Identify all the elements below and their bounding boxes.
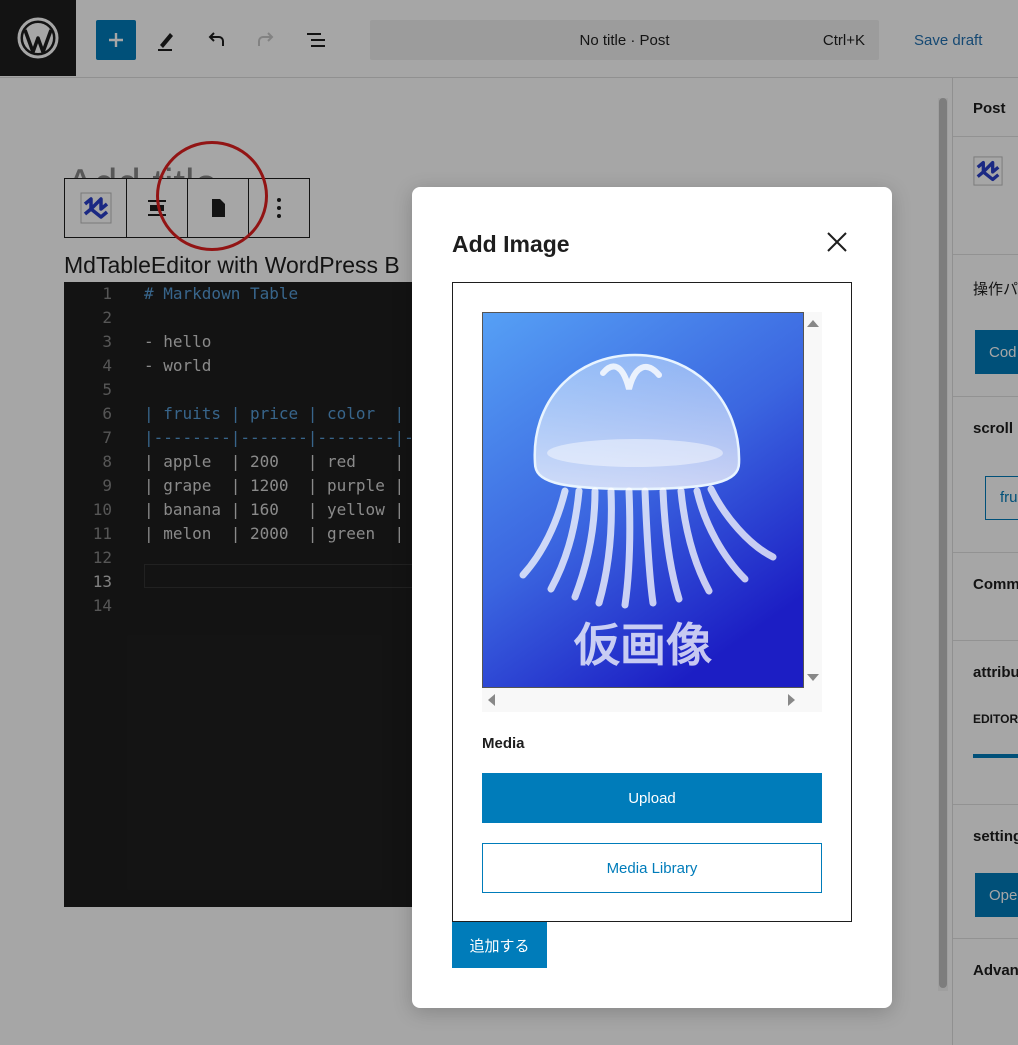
image-form: 仮画像 Media Upload Media Library (452, 282, 852, 922)
scroll-left-icon[interactable] (488, 694, 495, 706)
image-horizontal-scrollbar[interactable] (482, 688, 822, 712)
scroll-up-icon[interactable] (807, 320, 819, 327)
scroll-down-icon[interactable] (807, 674, 819, 681)
scroll-right-icon[interactable] (788, 694, 795, 706)
upload-button[interactable]: Upload (482, 773, 822, 823)
image-preview: 仮画像 (482, 312, 804, 688)
close-icon[interactable] (820, 225, 854, 259)
modal-title: Add Image (452, 231, 570, 257)
add-image-modal: Add Image 仮画像 Media Upload Media Library… (412, 187, 892, 1008)
image-caption: 仮画像 (573, 618, 712, 672)
media-library-button[interactable]: Media Library (482, 843, 822, 893)
image-preview-scroll-area: 仮画像 (482, 312, 822, 712)
image-vertical-scrollbar[interactable] (804, 312, 822, 688)
media-label: Media (482, 735, 525, 752)
add-button[interactable]: 追加する (452, 922, 547, 968)
